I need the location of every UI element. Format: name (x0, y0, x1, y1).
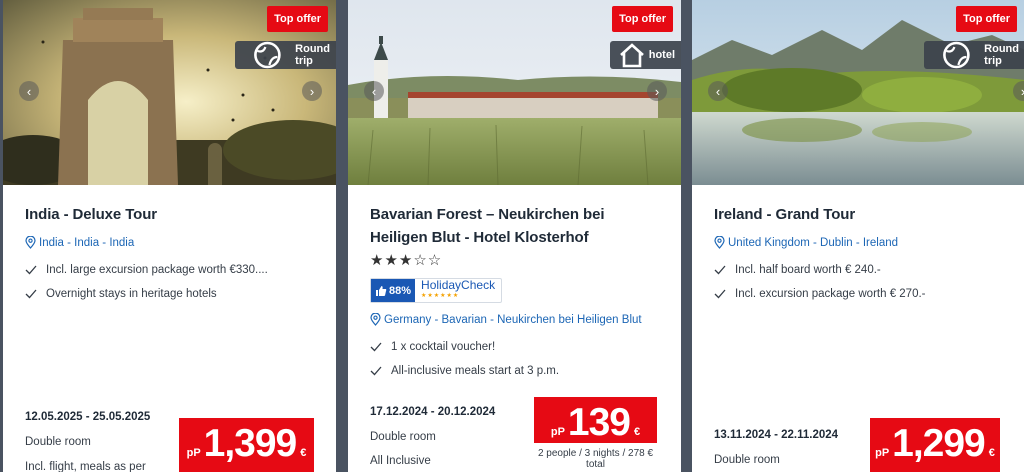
board-type: Incl. flight, meals as per (25, 461, 146, 472)
feature-list: Incl. half board worth € 240.- Incl. exc… (714, 258, 1003, 306)
offer-carousel: Top offer Round trip ‹ › India - Deluxe … (0, 0, 1024, 472)
trip-type-label: hotel (648, 49, 675, 61)
price-total-note: 2 people / 3 nights / 278 € total (537, 448, 654, 470)
prev-image-button[interactable]: ‹ (19, 81, 39, 101)
trip-type-chip: hotel (609, 41, 681, 69)
price-box[interactable]: pP 1,399 € (179, 418, 314, 472)
board-type: All Inclusive (370, 455, 431, 467)
travel-dates: 17.12.2024 - 20.12.2024 (370, 406, 496, 418)
offer-image-india-gate[interactable]: Top offer Round trip ‹ › (3, 0, 336, 185)
top-offer-badge: Top offer (267, 6, 328, 32)
globe-icon (943, 41, 971, 69)
location-text: India - India - India (39, 236, 135, 249)
feature-item: Incl. half board worth € 240.- (714, 258, 1003, 282)
holidaycheck-stars: ★★★★★★ (421, 292, 460, 299)
trip-type-label: Round trip (984, 43, 1019, 67)
prev-image-button[interactable]: ‹ (708, 81, 728, 101)
price-value: 139 (567, 401, 631, 444)
room-type: Double room (714, 454, 780, 466)
feature-list: Incl. large excursion package worth €330… (25, 258, 314, 306)
offer-location[interactable]: Germany - Bavarian - Neukirchen bei Heil… (370, 313, 659, 326)
price-box[interactable]: pP 139 € (534, 397, 657, 444)
feature-text: Incl. large excursion package worth €330… (46, 264, 268, 276)
travel-dates: 13.11.2024 - 22.11.2024 (714, 429, 839, 441)
chevron-left-icon: ‹ (26, 83, 32, 99)
chevron-right-icon: › (309, 83, 315, 99)
offer-title[interactable]: Bavarian Forest – Neukirchen bei Heilige… (370, 203, 659, 272)
travel-dates: 12.05.2025 - 25.05.2025 (25, 411, 151, 423)
room-type: Double room (25, 436, 91, 448)
price-box[interactable]: pP 1,299 € (870, 418, 1000, 472)
offer-location[interactable]: India - India - India (25, 236, 314, 249)
holidaycheck-logo: HolidayCheck ★★★★★★ (415, 277, 501, 302)
offer-title-text: Bavarian Forest – Neukirchen bei Heilige… (370, 206, 605, 246)
check-icon (370, 342, 382, 352)
thumbs-up-icon (376, 285, 387, 296)
trip-type-label: Round trip (295, 43, 330, 67)
feature-item: Overnight stays in heritage hotels (25, 282, 314, 306)
feature-item: 1 x cocktail voucher! (370, 335, 659, 359)
offer-location[interactable]: United Kingdom - Dublin - Ireland (714, 236, 1003, 249)
location-text: United Kingdom - Dublin - Ireland (728, 236, 899, 249)
holidaycheck-brand-text: HolidayCheck (421, 277, 496, 292)
top-offer-badge: Top offer (612, 6, 673, 32)
feature-text: Incl. excursion package worth € 270.- (735, 288, 926, 300)
check-icon (370, 366, 382, 376)
price-currency: € (634, 426, 641, 438)
next-image-button[interactable]: › (302, 81, 322, 101)
chevron-left-icon: ‹ (715, 83, 721, 99)
check-icon (714, 289, 726, 299)
top-offer-badge: Top offer (956, 6, 1017, 32)
price-prefix: pP (186, 447, 201, 459)
check-icon (714, 265, 726, 275)
price-prefix: pP (875, 447, 890, 459)
offer-image-ireland-lake[interactable]: Top offer Round trip ‹ › (692, 0, 1024, 185)
feature-text: Overnight stays in heritage hotels (46, 288, 217, 300)
offer-title[interactable]: Ireland - Grand Tour (714, 203, 1003, 226)
rating-percentage-text: 88% (389, 284, 412, 297)
price-prefix: pP (550, 426, 565, 438)
location-text: Germany - Bavarian - Neukirchen bei Heil… (384, 313, 642, 326)
feature-text: 1 x cocktail voucher! (391, 341, 496, 353)
price-value: 1,399 (203, 422, 298, 465)
check-icon (25, 265, 37, 275)
offer-card-bavarian-forest[interactable]: Top offer hotel ‹ › Bavarian Forest – Ne… (348, 0, 681, 472)
feature-list: 1 x cocktail voucher! All-inclusive meal… (370, 335, 659, 383)
offer-image-monastery[interactable]: Top offer hotel ‹ › (348, 0, 681, 185)
map-pin-icon (370, 313, 381, 326)
feature-text: Incl. half board worth € 240.- (735, 264, 881, 276)
rating-percentage: 88% (371, 279, 416, 302)
price-currency: € (300, 447, 307, 459)
house-icon (619, 43, 644, 68)
map-pin-icon (714, 236, 725, 249)
check-icon (25, 289, 37, 299)
feature-item: All-inclusive meals start at 3 p.m. (370, 359, 659, 383)
globe-icon (254, 41, 282, 69)
holidaycheck-rating[interactable]: 88% HolidayCheck ★★★★★★ (370, 277, 503, 303)
feature-item: Incl. large excursion package worth €330… (25, 258, 314, 282)
map-pin-icon (25, 236, 36, 249)
chevron-right-icon: › (654, 83, 660, 99)
prev-image-button[interactable]: ‹ (364, 81, 384, 101)
price-currency: € (988, 447, 995, 459)
chevron-left-icon: ‹ (371, 83, 377, 99)
offer-card-ireland[interactable]: Top offer Round trip ‹ › Ireland - Grand… (692, 0, 1024, 472)
feature-item: Incl. excursion package worth € 270.- (714, 282, 1003, 306)
room-type: Double room (370, 431, 436, 443)
next-image-button[interactable]: › (647, 81, 667, 101)
price-value: 1,299 (892, 422, 986, 465)
trip-type-chip: Round trip (924, 41, 1024, 69)
trip-type-chip: Round trip (235, 41, 336, 69)
offer-card-india[interactable]: Top offer Round trip ‹ › India - Deluxe … (3, 0, 336, 472)
hotel-star-rating: ★★★☆☆ (370, 252, 443, 269)
offer-title[interactable]: India - Deluxe Tour (25, 203, 314, 226)
feature-text: All-inclusive meals start at 3 p.m. (391, 365, 560, 377)
